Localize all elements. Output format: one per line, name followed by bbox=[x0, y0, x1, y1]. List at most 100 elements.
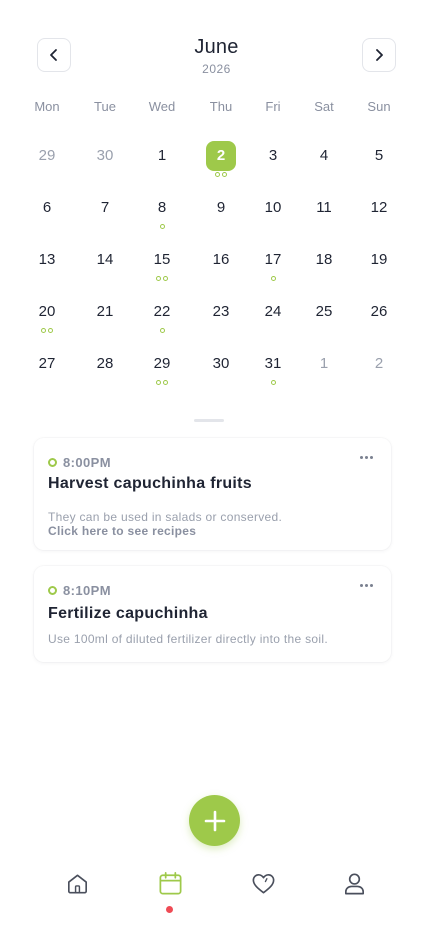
more-options-icon[interactable] bbox=[357, 450, 375, 464]
day-number: 26 bbox=[370, 303, 388, 320]
day-number: 18 bbox=[315, 251, 333, 268]
day-number: 29 bbox=[38, 147, 56, 164]
calendar-day[interactable]: 28 bbox=[83, 349, 127, 389]
calendar-day[interactable]: 22 bbox=[140, 297, 184, 337]
calendar-icon bbox=[159, 871, 181, 894]
day-number: 6 bbox=[42, 199, 52, 216]
day-number: 30 bbox=[96, 147, 114, 164]
day-number: 17 bbox=[264, 251, 282, 268]
add-event-button[interactable] bbox=[189, 795, 240, 846]
status-ring-icon bbox=[48, 586, 57, 595]
day-number: 12 bbox=[370, 199, 388, 216]
calendar-day[interactable]: 3 bbox=[251, 141, 295, 181]
plus-icon bbox=[204, 810, 225, 831]
calendar-day[interactable]: 18 bbox=[302, 245, 346, 285]
calendar-day[interactable]: 26 bbox=[357, 297, 401, 337]
calendar-day[interactable]: 30 bbox=[199, 349, 243, 389]
event-description: Use 100ml of diluted fertilizer directly… bbox=[48, 632, 328, 646]
calendar-day[interactable]: 19 bbox=[357, 245, 401, 285]
calendar-day[interactable]: 17 bbox=[251, 245, 295, 285]
event-dot bbox=[48, 328, 53, 333]
calendar-grid: 29 30 1 2 3 4 5 6 7 8 9 10 11 12 13 14 15 16 17 18 19 20 21 22 2… bbox=[0, 0, 430, 420]
day-number: 30 bbox=[212, 355, 230, 372]
day-number: 20 bbox=[38, 303, 56, 320]
day-number: 16 bbox=[212, 251, 230, 268]
event-dot bbox=[156, 380, 161, 385]
calendar-day[interactable]: 20 bbox=[25, 297, 69, 337]
event-dot bbox=[270, 276, 276, 281]
calendar-day[interactable]: 6 bbox=[25, 193, 69, 233]
day-number: 1 bbox=[157, 147, 167, 164]
day-number: 5 bbox=[374, 147, 384, 164]
event-indicator bbox=[251, 276, 295, 281]
nav-tab-calendar[interactable] bbox=[155, 868, 185, 898]
day-number: 14 bbox=[96, 251, 114, 268]
calendar-day[interactable]: 1 bbox=[140, 141, 184, 181]
nav-tab-profile[interactable] bbox=[339, 868, 369, 898]
profile-icon bbox=[344, 873, 364, 894]
event-time: 8:10PM bbox=[63, 583, 111, 598]
calendar-day[interactable]: 10 bbox=[251, 193, 295, 233]
event-indicator bbox=[140, 276, 184, 281]
day-number: 3 bbox=[268, 147, 278, 164]
day-number: 10 bbox=[264, 199, 282, 216]
event-indicator bbox=[140, 224, 184, 229]
day-number: 2 bbox=[206, 141, 236, 171]
calendar-day[interactable]: 25 bbox=[302, 297, 346, 337]
event-dot bbox=[163, 276, 168, 281]
nav-tab-home[interactable] bbox=[62, 868, 92, 898]
event-dot bbox=[215, 172, 220, 177]
calendar-day[interactable]: 13 bbox=[25, 245, 69, 285]
calendar-day[interactable]: 29 bbox=[25, 141, 69, 181]
day-number: 31 bbox=[264, 355, 282, 372]
more-options-icon[interactable] bbox=[357, 578, 375, 592]
event-card[interactable]: 8:00PM Harvest capuchinha fruits They ca… bbox=[34, 438, 391, 550]
event-description: They can be used in salads or conserved. bbox=[48, 510, 283, 524]
calendar-day[interactable]: 30 bbox=[83, 141, 127, 181]
event-dot bbox=[222, 172, 227, 177]
calendar-day[interactable]: 14 bbox=[83, 245, 127, 285]
calendar-day[interactable]: 27 bbox=[25, 349, 69, 389]
event-dot bbox=[163, 380, 168, 385]
recipes-link[interactable]: Click here to see recipes bbox=[48, 524, 196, 538]
calendar-day[interactable]: 8 bbox=[140, 193, 184, 233]
calendar-day[interactable]: 12 bbox=[357, 193, 401, 233]
calendar-day-today[interactable]: 2 bbox=[199, 141, 243, 181]
event-title: Fertilize capuchinha bbox=[48, 605, 208, 622]
event-dot bbox=[159, 328, 165, 333]
calendar-day[interactable]: 16 bbox=[199, 245, 243, 285]
calendar-day[interactable]: 4 bbox=[302, 141, 346, 181]
day-number: 9 bbox=[216, 199, 226, 216]
day-number: 21 bbox=[96, 303, 114, 320]
calendar-day[interactable]: 15 bbox=[140, 245, 184, 285]
day-number: 19 bbox=[370, 251, 388, 268]
calendar-day[interactable]: 9 bbox=[199, 193, 243, 233]
event-card[interactable]: 8:10PM Fertilize capuchinha Use 100ml of… bbox=[34, 566, 391, 662]
event-dot bbox=[156, 276, 161, 281]
day-number: 2 bbox=[374, 355, 384, 372]
calendar-day[interactable]: 23 bbox=[199, 297, 243, 337]
calendar-day[interactable]: 11 bbox=[302, 193, 346, 233]
event-indicator bbox=[140, 328, 184, 333]
nav-tab-favorites[interactable] bbox=[248, 868, 278, 898]
calendar-day[interactable]: 5 bbox=[357, 141, 401, 181]
calendar-day[interactable]: 7 bbox=[83, 193, 127, 233]
day-number: 29 bbox=[153, 355, 171, 372]
calendar-day[interactable]: 1 bbox=[302, 349, 346, 389]
calendar-day[interactable]: 24 bbox=[251, 297, 295, 337]
event-indicator bbox=[199, 172, 243, 177]
status-ring-icon bbox=[48, 458, 57, 467]
calendar-day[interactable]: 2 bbox=[357, 349, 401, 389]
event-title: Harvest capuchinha fruits bbox=[48, 475, 252, 492]
calendar-day[interactable]: 21 bbox=[83, 297, 127, 337]
calendar-day[interactable]: 29 bbox=[140, 349, 184, 389]
day-number: 13 bbox=[38, 251, 56, 268]
home-icon bbox=[67, 873, 87, 893]
event-indicator bbox=[25, 328, 69, 333]
calendar-day[interactable]: 31 bbox=[251, 349, 295, 389]
event-time-row: 8:00PM bbox=[48, 455, 111, 470]
day-number: 4 bbox=[319, 147, 329, 164]
sheet-drag-handle[interactable] bbox=[194, 419, 224, 422]
day-number: 27 bbox=[38, 355, 56, 372]
day-number: 1 bbox=[319, 355, 329, 372]
